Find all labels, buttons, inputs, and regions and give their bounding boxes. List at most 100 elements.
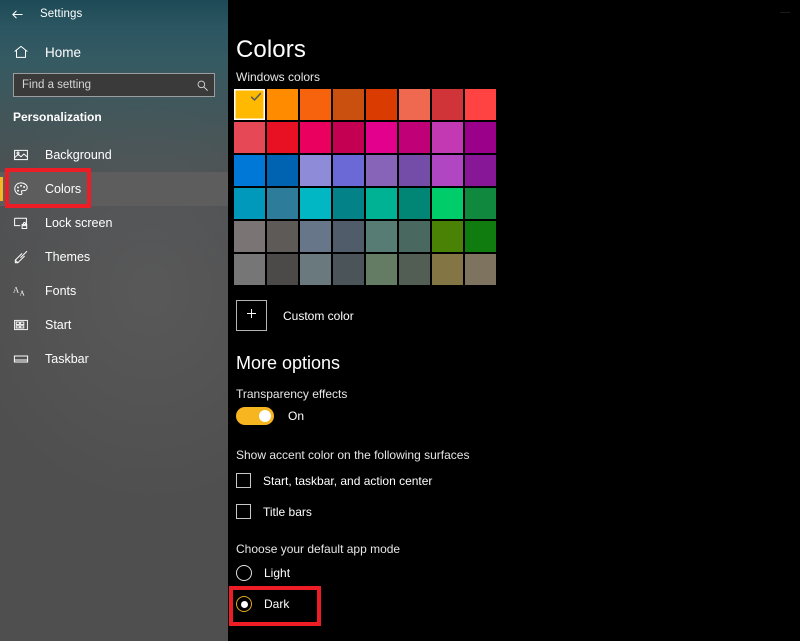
color-swatch[interactable] <box>332 121 365 154</box>
color-swatch-fill <box>234 188 265 219</box>
color-swatch[interactable] <box>431 154 464 187</box>
color-swatch[interactable] <box>266 253 299 286</box>
color-swatch[interactable] <box>266 154 299 187</box>
color-swatch[interactable] <box>365 220 398 253</box>
color-swatch[interactable] <box>431 88 464 121</box>
color-swatch[interactable] <box>332 253 365 286</box>
color-swatch[interactable] <box>398 154 431 187</box>
color-swatch-fill <box>333 254 364 285</box>
color-swatch-fill <box>399 254 430 285</box>
sidebar-item-taskbar[interactable]: Taskbar <box>0 342 228 376</box>
dark-mode-radio[interactable] <box>236 596 252 612</box>
color-swatch[interactable] <box>266 187 299 220</box>
color-swatch[interactable] <box>233 187 266 220</box>
dark-mode-label: Dark <box>264 597 289 611</box>
app-mode-label: Choose your default app mode <box>236 542 400 556</box>
checkbox-row-start-taskbar[interactable]: Start, taskbar, and action center <box>236 473 432 488</box>
color-swatch-fill <box>432 122 463 153</box>
transparency-toggle-row[interactable]: On <box>236 407 304 425</box>
color-swatch-fill <box>234 221 265 252</box>
settings-window: Settings Home Find a setting Pe <box>0 0 800 641</box>
color-swatch[interactable] <box>332 88 365 121</box>
color-swatch[interactable] <box>464 154 497 187</box>
color-swatch-fill <box>399 188 430 219</box>
color-swatch[interactable] <box>398 220 431 253</box>
color-swatch[interactable] <box>233 154 266 187</box>
window-title: Settings <box>40 8 82 20</box>
sidebar-item-colors[interactable]: Colors <box>0 172 228 206</box>
light-mode-radio[interactable] <box>236 565 252 581</box>
color-swatch[interactable] <box>332 154 365 187</box>
color-swatch[interactable] <box>233 253 266 286</box>
color-swatch[interactable] <box>233 88 266 121</box>
color-swatch[interactable] <box>365 187 398 220</box>
color-swatch[interactable] <box>266 88 299 121</box>
color-swatch[interactable] <box>464 253 497 286</box>
sidebar-item-background[interactable]: Background <box>0 138 228 172</box>
sidebar-home-label: Home <box>45 45 81 60</box>
color-swatch[interactable] <box>464 187 497 220</box>
more-options-title: More options <box>236 353 340 374</box>
color-swatch-fill <box>432 254 463 285</box>
color-swatch[interactable] <box>464 220 497 253</box>
start-taskbar-checkbox[interactable] <box>236 473 251 488</box>
color-swatch[interactable] <box>398 121 431 154</box>
sidebar-item-fonts[interactable]: A A Fonts <box>0 274 228 308</box>
color-swatch[interactable] <box>299 187 332 220</box>
color-swatch[interactable] <box>398 88 431 121</box>
color-swatch[interactable] <box>431 253 464 286</box>
color-swatch[interactable] <box>266 220 299 253</box>
color-swatch-fill <box>366 221 397 252</box>
color-swatch-fill <box>300 122 331 153</box>
taskbar-icon <box>13 349 33 369</box>
sidebar-item-start[interactable]: Start <box>0 308 228 342</box>
palette-icon <box>13 179 33 199</box>
color-swatch[interactable] <box>398 253 431 286</box>
toggle-knob <box>259 410 271 422</box>
color-swatch-fill <box>465 122 496 153</box>
color-swatch[interactable] <box>299 88 332 121</box>
color-swatch[interactable] <box>431 187 464 220</box>
windows-colors-grid <box>233 88 497 286</box>
color-swatch[interactable] <box>299 154 332 187</box>
color-swatch[interactable] <box>299 121 332 154</box>
color-swatch[interactable] <box>332 220 365 253</box>
search-container[interactable]: Find a setting <box>13 73 215 97</box>
search-icon[interactable] <box>194 77 210 93</box>
color-swatch[interactable] <box>431 220 464 253</box>
color-swatch-fill <box>333 188 364 219</box>
sidebar-item-themes[interactable]: Themes <box>0 240 228 274</box>
color-swatch[interactable] <box>233 220 266 253</box>
sidebar-item-home[interactable]: Home <box>0 38 228 66</box>
radio-row-dark[interactable]: Dark <box>236 596 289 612</box>
color-swatch[interactable] <box>332 187 365 220</box>
color-swatch-fill <box>399 155 430 186</box>
color-swatch[interactable] <box>431 121 464 154</box>
checkbox-row-title-bars[interactable]: Title bars <box>236 504 312 519</box>
color-swatch[interactable] <box>365 88 398 121</box>
color-swatch[interactable] <box>365 154 398 187</box>
color-swatch[interactable] <box>365 121 398 154</box>
color-swatch[interactable] <box>464 88 497 121</box>
sidebar-nav-list: Background Colors <box>0 138 228 376</box>
back-arrow-icon[interactable] <box>0 0 34 28</box>
custom-color-button[interactable] <box>236 300 267 331</box>
sidebar-item-lock-screen[interactable]: Lock screen <box>0 206 228 240</box>
transparency-effects-toggle[interactable] <box>236 407 274 425</box>
color-swatch[interactable] <box>365 253 398 286</box>
transparency-effects-label: Transparency effects <box>236 387 347 401</box>
radio-row-light[interactable]: Light <box>236 565 290 581</box>
search-input[interactable]: Find a setting <box>13 73 215 97</box>
title-bars-checkbox[interactable] <box>236 504 251 519</box>
custom-color-row[interactable]: Custom color <box>236 300 354 331</box>
color-swatch-fill <box>300 155 331 186</box>
main-content: Colors Windows colors Custom color More … <box>228 0 800 641</box>
minimize-button[interactable] <box>770 0 800 24</box>
color-swatch[interactable] <box>266 121 299 154</box>
window-titlebar: Settings <box>0 0 228 28</box>
color-swatch[interactable] <box>464 121 497 154</box>
color-swatch[interactable] <box>398 187 431 220</box>
color-swatch[interactable] <box>299 220 332 253</box>
color-swatch[interactable] <box>233 121 266 154</box>
color-swatch[interactable] <box>299 253 332 286</box>
